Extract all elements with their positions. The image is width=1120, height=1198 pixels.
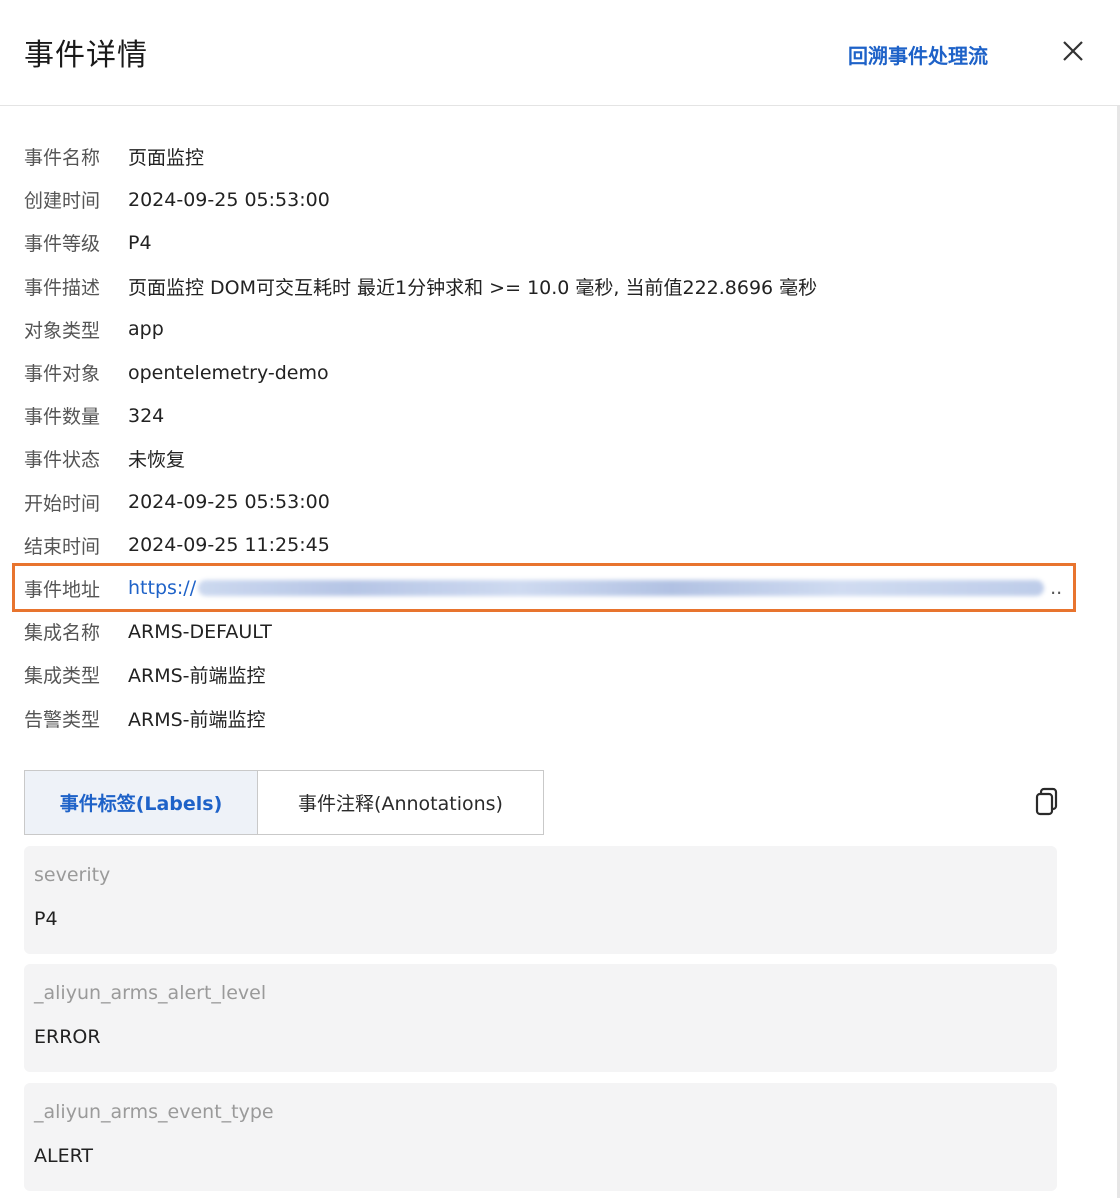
detail-label: 事件名称 bbox=[24, 147, 101, 170]
label-card-event-type: _aliyun_arms_event_type ALERT bbox=[24, 1083, 1057, 1191]
detail-row-event-name: 事件名称 页面监控 bbox=[24, 135, 1084, 178]
detail-label: 事件地址 bbox=[24, 578, 101, 601]
detail-value: 2024-09-25 05:53:00 bbox=[128, 491, 330, 514]
detail-row-event-object: 事件对象 opentelemetry-demo bbox=[24, 351, 1084, 394]
page-title: 事件详情 bbox=[24, 38, 148, 73]
detail-label: 创建时间 bbox=[24, 190, 101, 213]
label-value: ALERT bbox=[34, 1145, 94, 1167]
detail-label: 事件描述 bbox=[24, 276, 101, 299]
detail-row-integration-type: 集成类型 ARMS-前端监控 bbox=[24, 653, 1084, 696]
detail-label: 开始时间 bbox=[24, 492, 101, 515]
detail-row-created-time: 创建时间 2024-09-25 05:53:00 bbox=[24, 178, 1084, 221]
detail-label: 对象类型 bbox=[24, 319, 101, 342]
detail-label: 事件对象 bbox=[24, 363, 101, 386]
trace-event-flow-link[interactable]: 回溯事件处理流 bbox=[848, 40, 988, 69]
detail-label: 告警类型 bbox=[24, 708, 101, 731]
event-details: 事件名称 页面监控 创建时间 2024-09-25 05:53:00 事件等级 … bbox=[24, 135, 1084, 740]
detail-value: ARMS-前端监控 bbox=[128, 665, 266, 688]
detail-row-event-url: 事件地址 https:// .. bbox=[24, 567, 1084, 610]
detail-label: 事件等级 bbox=[24, 233, 101, 256]
detail-value: 324 bbox=[128, 404, 165, 427]
detail-label: 结束时间 bbox=[24, 535, 101, 558]
copy-icon[interactable] bbox=[1034, 787, 1060, 817]
label-key: _aliyun_arms_event_type bbox=[34, 1101, 274, 1123]
detail-value: P4 bbox=[128, 231, 152, 254]
detail-tabs: 事件标签(Labels) 事件注释(Annotations) bbox=[24, 770, 544, 835]
label-card-severity: severity P4 bbox=[24, 846, 1057, 954]
detail-value: 2024-09-25 05:53:00 bbox=[128, 188, 330, 211]
url-ellipsis: .. bbox=[1050, 577, 1063, 600]
label-key: _aliyun_arms_alert_level bbox=[34, 982, 267, 1004]
tab-annotations[interactable]: 事件注释(Annotations) bbox=[258, 771, 543, 834]
detail-value: app bbox=[128, 318, 164, 341]
event-url-prefix: https:// bbox=[128, 577, 197, 600]
detail-row-event-status: 事件状态 未恢复 bbox=[24, 437, 1084, 480]
event-url-link[interactable]: https:// .. bbox=[128, 577, 1062, 599]
tab-labels[interactable]: 事件标签(Labels) bbox=[25, 771, 258, 834]
detail-row-start-time: 开始时间 2024-09-25 05:53:00 bbox=[24, 481, 1084, 524]
detail-value: 未恢复 bbox=[128, 449, 186, 472]
detail-label: 集成名称 bbox=[24, 622, 101, 645]
detail-label: 事件数量 bbox=[24, 406, 101, 429]
detail-label: 集成类型 bbox=[24, 665, 101, 688]
close-button[interactable] bbox=[1058, 36, 1088, 66]
label-card-alert-level: _aliyun_arms_alert_level ERROR bbox=[24, 964, 1057, 1072]
detail-row-object-type: 对象类型 app bbox=[24, 308, 1084, 351]
drawer-header: 事件详情 回溯事件处理流 bbox=[0, 0, 1120, 106]
detail-row-end-time: 结束时间 2024-09-25 11:25:45 bbox=[24, 524, 1084, 567]
detail-value: 页面监控 DOM可交互耗时 最近1分钟求和 >= 10.0 毫秒, 当前值222… bbox=[128, 276, 818, 299]
close-icon bbox=[1063, 41, 1083, 61]
redacted-url bbox=[198, 580, 1045, 597]
detail-value: 页面监控 bbox=[128, 147, 205, 170]
detail-value: ARMS-前端监控 bbox=[128, 708, 266, 731]
detail-value: opentelemetry-demo bbox=[128, 361, 329, 384]
detail-row-alert-type: 告警类型 ARMS-前端监控 bbox=[24, 696, 1084, 739]
label-key: severity bbox=[34, 864, 111, 886]
detail-row-event-description: 事件描述 页面监控 DOM可交互耗时 最近1分钟求和 >= 10.0 毫秒, 当… bbox=[24, 265, 1084, 308]
detail-row-event-level: 事件等级 P4 bbox=[24, 221, 1084, 264]
detail-row-event-count: 事件数量 324 bbox=[24, 394, 1084, 437]
label-value: P4 bbox=[34, 908, 58, 930]
detail-row-integration-name: 集成名称 ARMS-DEFAULT bbox=[24, 610, 1084, 653]
label-value: ERROR bbox=[34, 1026, 101, 1048]
detail-value: ARMS-DEFAULT bbox=[128, 620, 272, 643]
detail-label: 事件状态 bbox=[24, 449, 101, 472]
detail-value: 2024-09-25 11:25:45 bbox=[128, 534, 330, 557]
